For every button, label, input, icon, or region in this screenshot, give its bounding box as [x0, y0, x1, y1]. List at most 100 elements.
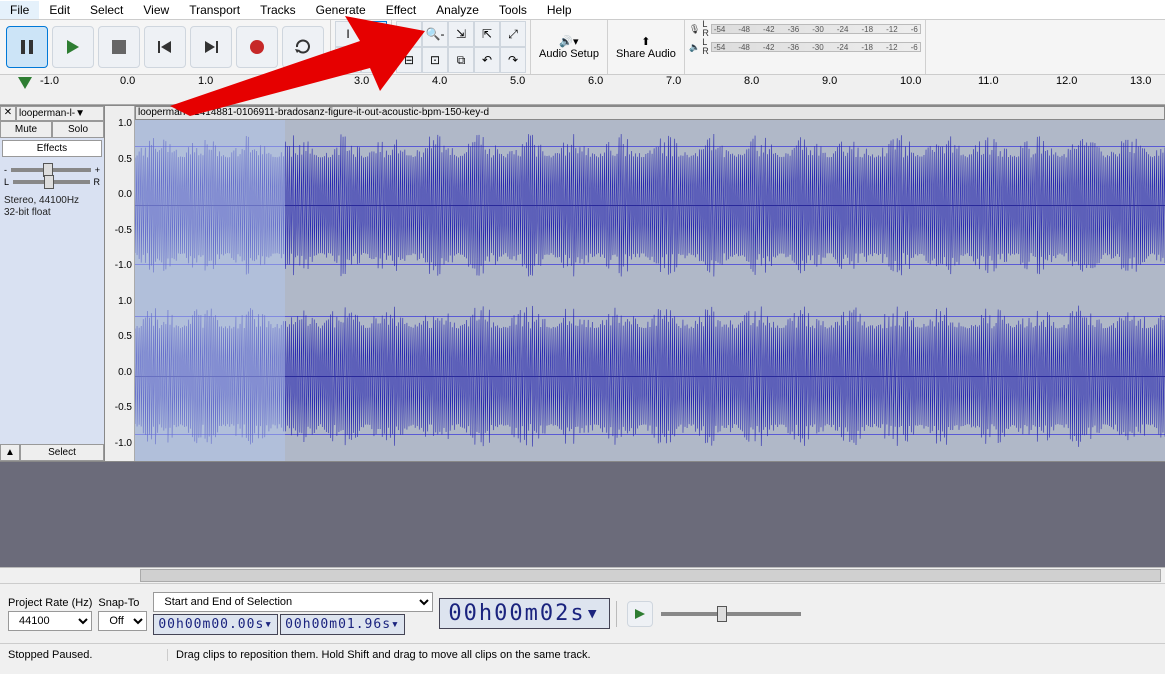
envelope-tool-icon[interactable]: [361, 21, 387, 47]
tick-label: 5.0: [510, 75, 525, 87]
playback-meter-bar[interactable]: -54-48-42-36-30-24-18-12-6: [711, 42, 921, 52]
horizontal-scrollbar[interactable]: [0, 567, 1165, 583]
trim-icon[interactable]: ⊟: [396, 47, 422, 73]
tick-label: 7.0: [666, 75, 681, 87]
menu-transport[interactable]: Transport: [179, 1, 250, 19]
status-state: Stopped Paused.: [8, 649, 168, 661]
menu-view[interactable]: View: [133, 1, 179, 19]
status-hint: Drag clips to reposition them. Hold Shif…: [168, 649, 591, 661]
pause-button[interactable]: [6, 26, 48, 68]
audio-setup-button[interactable]: 🔊▾ Audio Setup: [531, 20, 608, 74]
snap-to-select[interactable]: Off: [98, 611, 147, 631]
tick-label: 12.0: [1056, 75, 1077, 87]
tick-label: 6.0: [588, 75, 603, 87]
gain-minus-label: -: [4, 165, 7, 175]
audio-position-time[interactable]: 00h00m02s▾: [439, 598, 609, 629]
sync-lock-icon[interactable]: ⧉: [448, 47, 474, 73]
record-button[interactable]: [236, 26, 278, 68]
menu-effect[interactable]: Effect: [376, 1, 426, 19]
pan-r-label: R: [94, 177, 101, 187]
play-at-speed-controls: [616, 601, 801, 627]
tick-label: 13.0: [1130, 75, 1151, 87]
waveform-view[interactable]: looperman-l-1414881-0106911-bradosanz-fi…: [135, 106, 1165, 461]
menu-file[interactable]: File: [0, 1, 39, 19]
tick-label: 0.0: [120, 75, 135, 87]
play-button[interactable]: [52, 26, 94, 68]
upload-icon: ⬆: [641, 35, 650, 48]
skip-start-button[interactable]: [144, 26, 186, 68]
menu-tools[interactable]: Tools: [489, 1, 537, 19]
multi-tool-icon[interactable]: ✳: [361, 47, 387, 73]
tick-label: 1.0: [198, 75, 213, 87]
tick-label: 2.0: [276, 75, 291, 87]
mute-button[interactable]: Mute: [0, 121, 52, 138]
selection-region: [135, 120, 285, 461]
selection-toolbar: Project Rate (Hz) 44100 Snap-To Off Star…: [0, 583, 1165, 643]
project-rate-label: Project Rate (Hz): [8, 597, 92, 609]
fit-selection-icon[interactable]: ⇲: [448, 21, 474, 47]
zoom-in-icon[interactable]: 🔍+: [396, 21, 422, 47]
menu-generate[interactable]: Generate: [306, 1, 376, 19]
undo-icon[interactable]: ↶: [474, 47, 500, 73]
record-meter: 🎙 LR -54-48-42-36-30-24-18-12-6 🔈 LR -54…: [685, 20, 926, 74]
tick-label: 3.0: [354, 75, 369, 87]
playback-speed-slider[interactable]: [661, 612, 801, 616]
track-format-info: Stereo, 44100Hz32-bit float: [0, 193, 104, 221]
empty-track-space[interactable]: [0, 462, 1165, 567]
menu-tracks[interactable]: Tracks: [250, 1, 306, 19]
zoom-toggle-icon[interactable]: ⤢: [500, 21, 526, 47]
track-name-dropdown[interactable]: looperman-l-▼: [16, 106, 104, 121]
redo-icon[interactable]: ↷: [500, 47, 526, 73]
menu-help[interactable]: Help: [537, 1, 582, 19]
record-meter-bar[interactable]: -54-48-42-36-30-24-18-12-6: [711, 24, 921, 34]
track-area: ✕ looperman-l-▼ Mute Solo Effects -+ LR …: [0, 105, 1165, 462]
selection-end-time[interactable]: 00h00m01.96s▾: [280, 614, 405, 635]
menu-select[interactable]: Select: [80, 1, 133, 19]
waveform-path-left: [135, 120, 1165, 291]
track-control-panel: ✕ looperman-l-▼ Mute Solo Effects -+ LR …: [0, 106, 105, 461]
tick-label: 10.0: [900, 75, 921, 87]
collapse-button[interactable]: ▲: [0, 444, 20, 461]
fit-project-icon[interactable]: ⇱: [474, 21, 500, 47]
pan-slider[interactable]: [13, 180, 89, 184]
selection-start-time[interactable]: 00h00m00.00s▾: [153, 614, 278, 635]
tick-label: -1.0: [40, 75, 59, 87]
solo-button[interactable]: Solo: [52, 121, 104, 138]
mic-icon[interactable]: 🎙: [689, 24, 700, 35]
waveform-left-channel[interactable]: [135, 120, 1165, 291]
skip-end-button[interactable]: [190, 26, 232, 68]
timeline-ruler[interactable]: -1.0 0.0 1.0 2.0 3.0 4.0 5.0 6.0 7.0 8.0…: [0, 75, 1165, 105]
effects-button[interactable]: Effects: [2, 140, 102, 157]
playhead-icon[interactable]: [18, 77, 32, 89]
transport-controls: [0, 20, 331, 74]
gain-plus-label: +: [95, 165, 100, 175]
speaker-icon: 🔊▾: [559, 35, 578, 48]
share-audio-button[interactable]: ⬆ Share Audio: [608, 20, 685, 74]
play-at-speed-button[interactable]: [627, 601, 653, 627]
pan-l-label: L: [4, 177, 9, 187]
tick-label: 8.0: [744, 75, 759, 87]
menu-analyze[interactable]: Analyze: [426, 1, 489, 19]
silence-icon[interactable]: ⊡: [422, 47, 448, 73]
close-track-button[interactable]: ✕: [0, 106, 16, 121]
speaker-icon[interactable]: 🔈: [689, 42, 700, 53]
menubar: File Edit Select View Transport Tracks G…: [0, 0, 1165, 20]
gain-slider[interactable]: [11, 168, 91, 172]
draw-tool-icon[interactable]: ✎: [335, 47, 361, 73]
waveform-path-right: [135, 291, 1165, 462]
amplitude-ruler: 1.00.50.0-0.5-1.0 1.00.50.0-0.5-1.0: [105, 106, 135, 461]
tick-label: 11.0: [978, 75, 999, 87]
tick-label: 9.0: [822, 75, 837, 87]
zoom-tools: 🔍+ 🔍- ⇲ ⇱ ⤢ ⊟ ⊡ ⧉ ↶ ↷: [392, 20, 531, 74]
toolbar: I ✎ ✳ 🔍+ 🔍- ⇲ ⇱ ⤢ ⊟ ⊡ ⧉ ↶ ↷ 🔊▾ Audio Set…: [0, 20, 1165, 75]
project-rate-select[interactable]: 44100: [8, 611, 92, 631]
stop-button[interactable]: [98, 26, 140, 68]
loop-button[interactable]: [282, 26, 324, 68]
waveform-right-channel[interactable]: [135, 291, 1165, 462]
menu-edit[interactable]: Edit: [39, 1, 80, 19]
selection-tool-icon[interactable]: I: [335, 21, 361, 47]
clip-title-bar[interactable]: looperman-l-1414881-0106911-bradosanz-fi…: [135, 106, 1165, 120]
select-track-button[interactable]: Select: [20, 444, 104, 461]
zoom-out-icon[interactable]: 🔍-: [422, 21, 448, 47]
selection-range-mode[interactable]: Start and End of Selection: [153, 592, 433, 612]
